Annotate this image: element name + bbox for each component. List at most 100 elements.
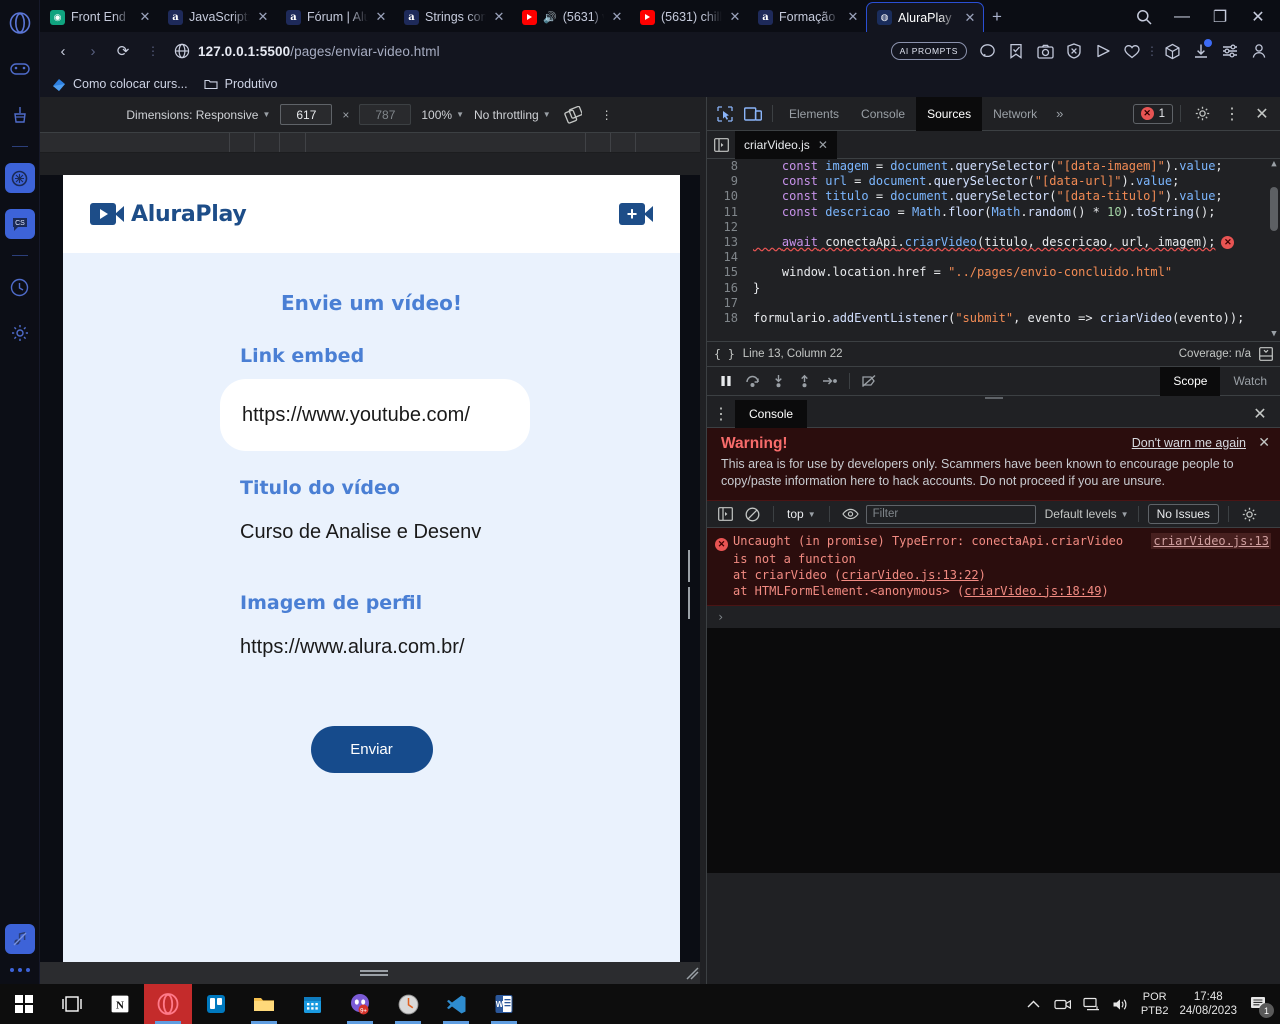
browser-tab-5[interactable]: 🔊 (5631) wh ✕ bbox=[512, 2, 630, 32]
code-line[interactable]: 8 const imagem = document.querySelector(… bbox=[707, 159, 1280, 175]
code-scrollbar[interactable]: ▲ ▼ bbox=[1268, 159, 1280, 341]
clock-icon[interactable] bbox=[384, 984, 432, 1024]
adblock-icon[interactable] bbox=[1061, 38, 1087, 64]
page-menu-icon[interactable]: ⋮ bbox=[138, 36, 168, 66]
deactivate-breakpoints-icon[interactable] bbox=[856, 368, 882, 394]
reload-button[interactable]: ⟳ bbox=[108, 36, 138, 66]
browser-tab-3[interactable]: a Fórum | Alura ✕ bbox=[276, 2, 394, 32]
tab-close-icon[interactable]: ✕ bbox=[610, 9, 624, 25]
code-line[interactable]: 18 formulario.addEventListener("submit", … bbox=[707, 310, 1280, 327]
broom-icon[interactable] bbox=[5, 100, 35, 130]
tab-network[interactable]: Network bbox=[982, 101, 1048, 127]
messenger-icon[interactable] bbox=[974, 38, 1000, 64]
link-embed-input[interactable]: https://www.youtube.com/ bbox=[220, 379, 530, 451]
browser-tab-7[interactable]: a Formação Fro ✕ bbox=[748, 2, 866, 32]
browser-tab-4[interactable]: a Strings com Ja ✕ bbox=[394, 2, 512, 32]
tab-close-icon[interactable]: ✕ bbox=[374, 9, 388, 25]
gamepad-icon[interactable] bbox=[5, 54, 35, 84]
zoom-dropdown[interactable]: 100% ▼ bbox=[421, 108, 464, 122]
show-navigator-icon[interactable] bbox=[707, 131, 735, 159]
tab-close-icon[interactable]: ✕ bbox=[138, 9, 152, 25]
drawer-more-icon[interactable]: ⋮ bbox=[707, 401, 735, 427]
clear-console-icon[interactable] bbox=[740, 503, 764, 525]
player-icon[interactable] bbox=[1090, 38, 1116, 64]
code-line[interactable]: 15 window.location.href = "../pages/envi… bbox=[707, 265, 1280, 281]
viewport-resize-handle[interactable] bbox=[360, 970, 388, 977]
bookmark-item-0[interactable]: Como colocar curs... bbox=[52, 77, 188, 91]
ai-prompts-button[interactable]: AI PROMPTS bbox=[890, 42, 967, 60]
audio-playing-icon[interactable]: 🔊 bbox=[543, 11, 557, 24]
cube-icon[interactable] bbox=[1159, 38, 1185, 64]
stack-link[interactable]: criarVideo.js:18:49 bbox=[964, 584, 1101, 598]
tab-close-icon[interactable]: ✕ bbox=[846, 9, 860, 25]
search-icon[interactable] bbox=[1126, 2, 1162, 32]
tab-scope[interactable]: Scope bbox=[1160, 366, 1221, 396]
cs-icon[interactable]: CS bbox=[4, 209, 35, 239]
volume-icon[interactable] bbox=[1112, 995, 1130, 1013]
console-context-dropdown[interactable]: top ▼ bbox=[783, 507, 820, 521]
close-window-button[interactable]: ✕ bbox=[1240, 2, 1276, 32]
opera-icon[interactable] bbox=[144, 984, 192, 1024]
code-editor[interactable]: 8 const imagem = document.querySelector(… bbox=[707, 159, 1280, 341]
source-tab-criarvideo[interactable]: criarVideo.js ✕ bbox=[735, 130, 837, 159]
code-line[interactable]: 17 bbox=[707, 295, 1280, 311]
tabs-overflow-icon[interactable]: » bbox=[1048, 106, 1071, 121]
history-icon[interactable] bbox=[5, 272, 35, 302]
settings-gear-icon[interactable] bbox=[1188, 101, 1216, 127]
tab-close-icon[interactable]: ✕ bbox=[256, 9, 270, 25]
source-tab-close-icon[interactable]: ✕ bbox=[818, 138, 828, 152]
address-bar[interactable]: 127.0.0.1:5500/pages/enviar-video.html bbox=[168, 43, 891, 59]
scroll-down-icon[interactable]: ▼ bbox=[1268, 329, 1280, 341]
tab-elements[interactable]: Elements bbox=[778, 101, 850, 127]
tab-sources[interactable]: Sources bbox=[916, 96, 983, 131]
devtools-more-icon[interactable]: ⋮ bbox=[1218, 101, 1246, 127]
no-issues-button[interactable]: No Issues bbox=[1147, 504, 1219, 524]
rotate-icon[interactable] bbox=[561, 103, 585, 127]
meet-camera-icon[interactable] bbox=[1054, 995, 1072, 1013]
stack-link[interactable]: criarVideo.js:13:22 bbox=[841, 568, 978, 582]
step-over-icon[interactable] bbox=[739, 368, 765, 394]
console-settings-gear-icon[interactable] bbox=[1238, 503, 1262, 525]
scrollbar-thumb[interactable] bbox=[1270, 187, 1278, 231]
download-icon[interactable] bbox=[1188, 38, 1214, 64]
pause-icon[interactable] bbox=[713, 368, 739, 394]
browser-tab-1[interactable]: ◉ Front End ✕ bbox=[40, 2, 158, 32]
file-explorer-icon[interactable] bbox=[240, 984, 288, 1024]
code-line[interactable]: 9 const url = document.querySelector("[d… bbox=[707, 174, 1280, 190]
code-line[interactable]: 12 bbox=[707, 219, 1280, 235]
scroll-up-icon[interactable]: ▲ bbox=[1268, 159, 1280, 171]
panel-split-handle[interactable] bbox=[688, 550, 694, 619]
console-error-message[interactable]: ✕ Uncaught (in promise) TypeError: conect… bbox=[707, 528, 1280, 606]
code-line[interactable]: 13 await conectaApi.criarVideo(titulo, d… bbox=[707, 234, 1280, 251]
profile-image-input[interactable]: https://www.alura.com.br/ bbox=[240, 636, 680, 659]
forward-button[interactable]: › bbox=[78, 36, 108, 66]
close-devtools-icon[interactable]: ✕ bbox=[1248, 101, 1276, 127]
site-logo[interactable]: AluraPlay bbox=[90, 202, 247, 227]
browser-tab-2[interactable]: a JavaScript: cri ✕ bbox=[158, 2, 276, 32]
dont-warn-again-link[interactable]: Don't warn me again bbox=[1132, 436, 1246, 450]
inspect-icon[interactable] bbox=[711, 101, 739, 127]
browser-tab-8-active[interactable]: ◍ AluraPlay ✕ bbox=[866, 2, 984, 32]
tab-close-icon[interactable]: ✕ bbox=[492, 9, 506, 25]
show-hidden-icons-icon[interactable] bbox=[1025, 995, 1043, 1013]
step-icon[interactable] bbox=[817, 368, 843, 394]
more-icon[interactable] bbox=[9, 968, 30, 972]
step-into-icon[interactable] bbox=[765, 368, 791, 394]
add-video-icon[interactable]: + bbox=[619, 203, 653, 225]
console-input-prompt[interactable]: › bbox=[707, 606, 1280, 628]
windows-start-icon[interactable] bbox=[0, 984, 48, 1024]
notifications-icon[interactable]: 1 bbox=[1248, 993, 1274, 1018]
clock-datetime[interactable]: 17:48 24/08/2023 bbox=[1179, 990, 1237, 1018]
console-levels-dropdown[interactable]: Default levels ▼ bbox=[1045, 507, 1129, 521]
drawer-tab-console[interactable]: Console bbox=[735, 399, 808, 428]
code-line[interactable]: 14 bbox=[707, 250, 1280, 266]
viewport-height-input[interactable]: 787 bbox=[359, 104, 412, 125]
chatgpt-icon[interactable] bbox=[4, 163, 35, 193]
tab-watch[interactable]: Watch bbox=[1220, 369, 1280, 394]
submit-button[interactable]: Enviar bbox=[310, 726, 433, 773]
snapshot-icon[interactable] bbox=[1032, 38, 1058, 64]
step-out-icon[interactable] bbox=[791, 368, 817, 394]
minimize-button[interactable]: — bbox=[1164, 2, 1200, 32]
maximize-button[interactable]: ❐ bbox=[1202, 2, 1238, 32]
code-line[interactable]: 16} bbox=[707, 280, 1280, 296]
